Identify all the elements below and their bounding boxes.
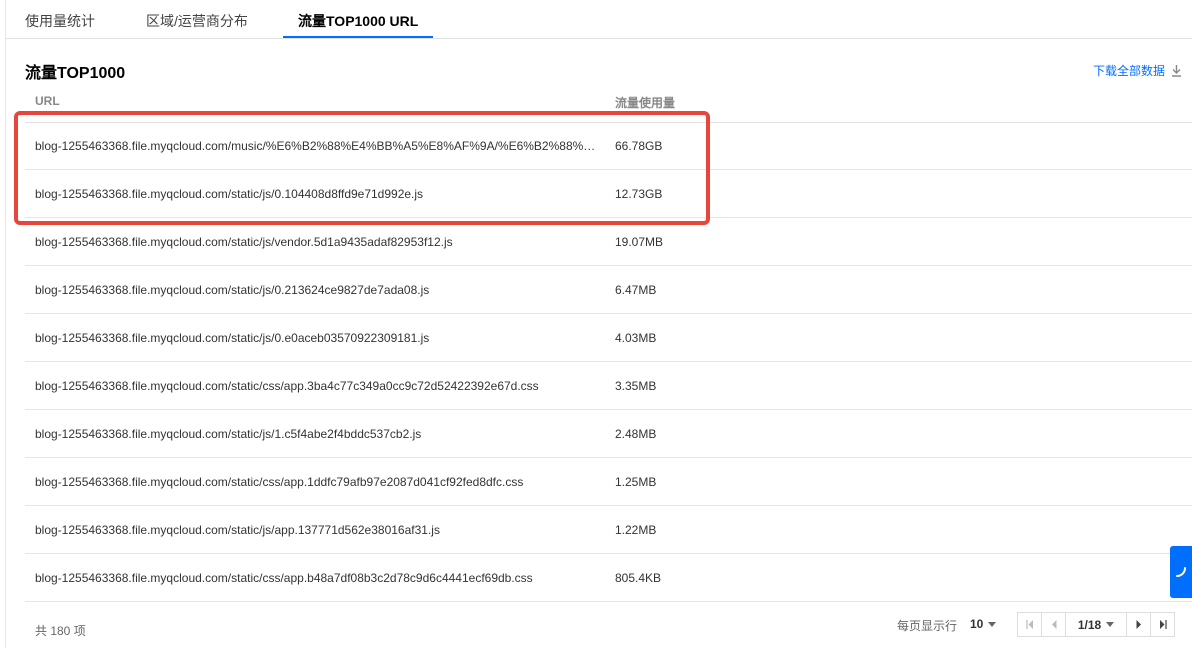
caret-down-icon [988, 621, 997, 627]
row-usage: 805.4KB [615, 571, 662, 585]
row-url: blog-1255463368.file.myqcloud.com/static… [35, 235, 453, 249]
feedback-icon [1176, 567, 1186, 577]
row-usage: 19.07MB [615, 235, 664, 249]
table-row: blog-1255463368.file.myqcloud.com/music/… [25, 122, 1192, 170]
table-row: blog-1255463368.file.myqcloud.com/static… [25, 218, 1192, 266]
total-count: 共 180 项 [35, 624, 86, 638]
row-url: blog-1255463368.file.myqcloud.com/static… [35, 379, 539, 393]
first-page-button[interactable] [1018, 613, 1042, 636]
per-page-label: 每页显示行 [897, 619, 958, 633]
table-row: blog-1255463368.file.myqcloud.com/static… [25, 266, 1192, 314]
row-usage: 2.48MB [615, 427, 657, 441]
tab-usage-stats[interactable]: 使用量统计 [25, 0, 95, 36]
row-usage: 1.22MB [615, 523, 657, 537]
table-row: blog-1255463368.file.myqcloud.com/static… [25, 506, 1192, 554]
row-usage: 6.47MB [615, 283, 657, 297]
row-url: blog-1255463368.file.myqcloud.com/static… [35, 283, 430, 297]
caret-down-icon [1106, 622, 1115, 627]
table-row: blog-1255463368.file.myqcloud.com/static… [25, 314, 1192, 362]
column-header-url: URL [35, 94, 60, 108]
row-usage: 12.73GB [615, 187, 663, 201]
table-row: blog-1255463368.file.myqcloud.com/static… [25, 458, 1192, 506]
pagination: 1/18 [1017, 612, 1175, 637]
row-url: blog-1255463368.file.myqcloud.com/music/… [35, 139, 600, 153]
prev-page-icon [1051, 620, 1056, 629]
row-url: blog-1255463368.file.myqcloud.com/static… [35, 187, 424, 201]
table-header: URL 流量使用量 [25, 86, 1192, 123]
prev-page-button[interactable] [1042, 613, 1066, 636]
download-icon [1172, 64, 1181, 77]
column-header-usage: 流量使用量 [615, 96, 676, 110]
row-usage: 1.25MB [615, 475, 657, 489]
download-label: 下载全部数据 [1092, 64, 1165, 78]
per-page-select[interactable]: 10 [970, 617, 997, 631]
floating-feedback-tab[interactable] [1170, 546, 1192, 598]
section-title: 流量TOP1000 [25, 65, 126, 82]
tab-top1000-url[interactable]: 流量TOP1000 URL [283, 0, 434, 38]
download-all-button[interactable]: 下载全部数据 [1093, 62, 1182, 79]
page-select[interactable]: 1/18 [1066, 613, 1127, 636]
table-row: blog-1255463368.file.myqcloud.com/static… [25, 362, 1192, 410]
row-usage: 3.35MB [615, 379, 657, 393]
table-row: blog-1255463368.file.myqcloud.com/static… [25, 554, 1192, 602]
row-url: blog-1255463368.file.myqcloud.com/static… [35, 475, 524, 489]
next-page-icon [1136, 620, 1141, 629]
last-page-icon [1159, 620, 1167, 629]
first-page-icon [1025, 620, 1033, 629]
last-page-button[interactable] [1151, 613, 1174, 636]
next-page-button[interactable] [1127, 613, 1151, 636]
table-row: blog-1255463368.file.myqcloud.com/static… [25, 170, 1192, 218]
row-usage: 4.03MB [615, 331, 657, 345]
per-page-value: 10 [970, 617, 984, 631]
tab-bar: 使用量统计 区域/运营商分布 流量TOP1000 URL [6, 0, 1192, 39]
row-url: blog-1255463368.file.myqcloud.com/static… [35, 331, 430, 345]
tab-region-isp[interactable]: 区域/运营商分布 [146, 0, 248, 36]
table-row: blog-1255463368.file.myqcloud.com/static… [25, 410, 1192, 458]
row-usage: 66.78GB [615, 139, 663, 153]
panel-left-border [5, 0, 6, 648]
page-indicator: 1/18 [1077, 617, 1102, 632]
row-url: blog-1255463368.file.myqcloud.com/static… [35, 571, 533, 585]
row-url: blog-1255463368.file.myqcloud.com/static… [35, 427, 422, 441]
row-url: blog-1255463368.file.myqcloud.com/static… [35, 523, 440, 537]
